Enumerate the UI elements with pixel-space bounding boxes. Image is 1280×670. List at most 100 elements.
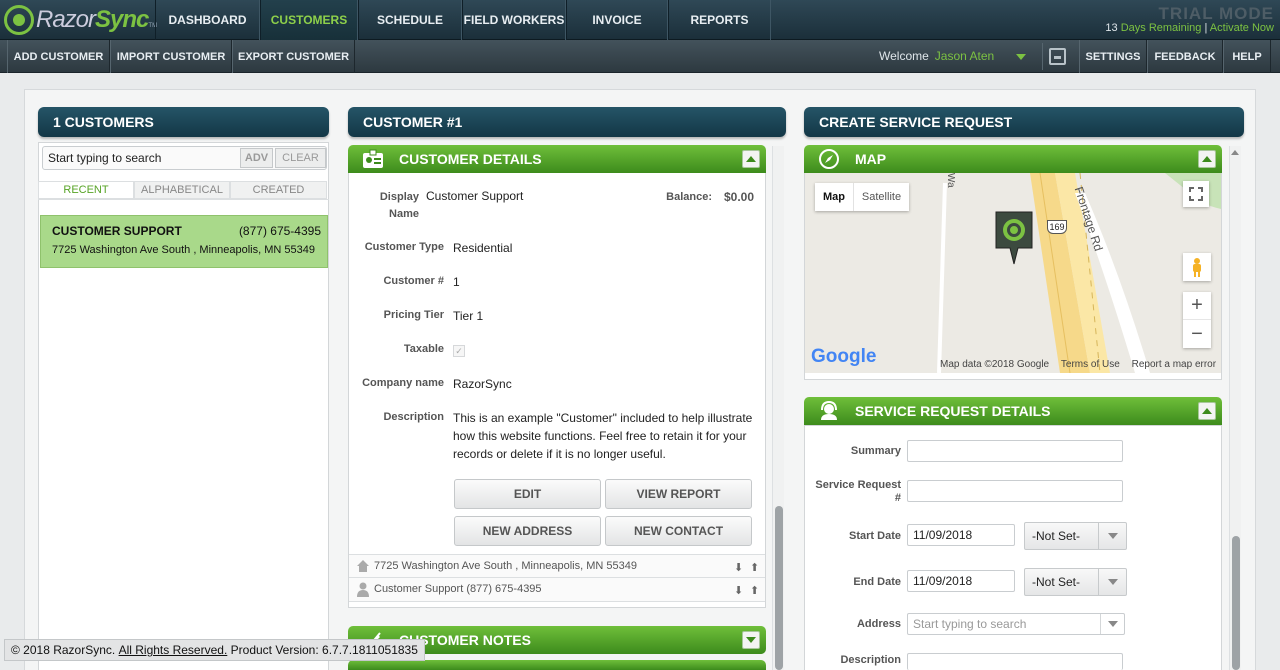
- address-label: Address: [856, 618, 901, 630]
- nav-customers[interactable]: CUSTOMERS: [260, 0, 358, 40]
- start-date-value: 11/09/2018: [913, 528, 973, 542]
- map-credit: Map data ©2018 Google Terms of Use Repor…: [940, 359, 1216, 370]
- sub-navigation-bar: ADD CUSTOMER IMPORT CUSTOMER EXPORT CUST…: [0, 40, 1280, 73]
- collapse-map-button[interactable]: [1198, 150, 1216, 168]
- zoom-out-button[interactable]: −: [1183, 320, 1211, 348]
- middle-scrollbar-thumb[interactable]: [775, 506, 783, 670]
- settings-button[interactable]: SETTINGS: [1079, 40, 1147, 73]
- separator: |: [1204, 22, 1208, 34]
- service-request-number-input[interactable]: [907, 480, 1123, 502]
- home-icon: [357, 560, 369, 572]
- map-type-map-button[interactable]: Map: [815, 183, 853, 211]
- street-view-button[interactable]: [1183, 253, 1211, 281]
- end-time-value: -Not Set-: [1032, 575, 1081, 589]
- summary-input[interactable]: [907, 440, 1123, 462]
- address-search-input[interactable]: Start typing to search: [907, 613, 1125, 635]
- end-time-select[interactable]: -Not Set-: [1024, 568, 1127, 596]
- copyright-text: © 2018 RazorSync.: [11, 643, 116, 657]
- user-name-menu[interactable]: Jason Aten: [935, 49, 994, 63]
- right-scrollbar[interactable]: [1229, 146, 1241, 670]
- description-value: This is an example "Customer" included t…: [453, 411, 753, 461]
- days-count: 13: [1105, 22, 1118, 34]
- move-up-icon[interactable]: ⬆: [750, 561, 759, 574]
- nav-schedule[interactable]: SCHEDULE: [358, 0, 462, 40]
- terms-of-use-link[interactable]: Terms of Use: [1061, 359, 1120, 370]
- description-textarea[interactable]: [907, 653, 1123, 670]
- middle-scrollbar[interactable]: [772, 146, 784, 670]
- customer-name: CUSTOMER SUPPORT: [52, 224, 182, 238]
- nav-dashboard[interactable]: DASHBOARD: [155, 0, 260, 40]
- fullscreen-button[interactable]: [1183, 181, 1209, 207]
- tab-created[interactable]: CREATED: [230, 181, 327, 199]
- collapse-service-request-button[interactable]: [1198, 402, 1216, 420]
- dropdown-arrow-icon: [1098, 569, 1126, 595]
- move-down-icon[interactable]: ⬇: [734, 584, 743, 597]
- person-icon: [357, 582, 369, 597]
- move-down-icon[interactable]: ⬇: [734, 561, 743, 574]
- pegman-icon: [1193, 258, 1201, 277]
- pricing-tier-value: Tier 1: [453, 309, 484, 323]
- customer-list-item[interactable]: CUSTOMER SUPPORT (877) 675-4395 7725 Was…: [40, 215, 328, 268]
- next-section-header: [348, 660, 766, 670]
- google-logo: Google: [811, 346, 877, 367]
- map-header: MAP: [804, 145, 1222, 173]
- export-customer-button[interactable]: EXPORT CUSTOMER: [232, 40, 355, 73]
- highway-shield-icon: 169: [1047, 220, 1067, 234]
- balance-value: $0.00: [724, 190, 755, 204]
- nav-reports[interactable]: REPORTS: [668, 0, 771, 40]
- advanced-search-button[interactable]: ADV: [240, 148, 273, 168]
- company-name-value: RazorSync: [453, 377, 512, 391]
- right-scrollbar-thumb[interactable]: [1232, 536, 1240, 670]
- customer-phone: (877) 675-4395: [238, 224, 321, 238]
- address-dropdown-arrow-icon[interactable]: [1100, 614, 1124, 634]
- report-map-error-link[interactable]: Report a map error: [1132, 359, 1216, 370]
- tab-recent[interactable]: RECENT: [38, 181, 134, 199]
- end-date-label: End Date: [853, 576, 901, 588]
- zoom-in-button[interactable]: +: [1183, 292, 1211, 320]
- display-name-value: Customer Support: [426, 189, 524, 203]
- new-address-button[interactable]: NEW ADDRESS: [454, 516, 601, 546]
- end-date-input[interactable]: 11/09/2018: [907, 570, 1015, 592]
- scroll-up-arrow-icon[interactable]: [1231, 150, 1239, 155]
- contact-row[interactable]: Customer Support (877) 675-4395 ⬇ ⬆: [349, 578, 765, 602]
- activate-now-link[interactable]: Activate Now: [1210, 22, 1274, 34]
- start-time-select[interactable]: -Not Set-: [1024, 522, 1127, 550]
- display-name-label: Display Name: [379, 191, 419, 220]
- map-data-credit: Map data ©2018 Google: [940, 359, 1050, 370]
- clear-search-button[interactable]: CLEAR: [275, 148, 326, 168]
- top-navigation-bar: RazorSync TM DASHBOARD CUSTOMERS SCHEDUL…: [0, 0, 1280, 40]
- map-type-satellite-button[interactable]: Satellite: [853, 183, 909, 211]
- nav-invoice[interactable]: INVOICE: [566, 0, 668, 40]
- customers-count-header: 1 CUSTOMERS: [38, 107, 329, 137]
- all-rights-reserved-link[interactable]: All Rights Reserved.: [119, 643, 228, 657]
- taxable-checkbox[interactable]: ✓: [453, 345, 465, 357]
- start-time-value: -Not Set-: [1032, 529, 1081, 543]
- view-report-button[interactable]: VIEW REPORT: [605, 479, 752, 509]
- fullscreen-icon: [1189, 187, 1203, 201]
- footer-bar: © 2018 RazorSync. All Rights Reserved. P…: [4, 639, 425, 661]
- location-pin-icon[interactable]: [994, 210, 1034, 266]
- print-button[interactable]: [1042, 43, 1070, 70]
- import-customer-button[interactable]: IMPORT CUSTOMER: [110, 40, 232, 73]
- nav-field-workers[interactable]: FIELD WORKERS: [462, 0, 566, 40]
- feedback-button[interactable]: FEEDBACK: [1147, 40, 1223, 73]
- contact-row-text: Customer Support (877) 675-4395: [374, 583, 542, 595]
- collapse-details-button[interactable]: [742, 150, 760, 168]
- move-up-icon[interactable]: ⬆: [750, 584, 759, 597]
- customer-number-header: CUSTOMER #1: [348, 107, 786, 137]
- logo-text: RazorSync: [36, 6, 149, 33]
- help-button[interactable]: HELP: [1223, 40, 1271, 73]
- expand-notes-button[interactable]: [742, 631, 760, 649]
- customer-details-title: CUSTOMER DETAILS: [399, 151, 542, 167]
- add-customer-button[interactable]: ADD CUSTOMER: [7, 40, 110, 73]
- address-row[interactable]: 7725 Washington Ave South , Minneapolis,…: [349, 554, 765, 578]
- customer-number-label: Customer #: [383, 275, 444, 287]
- edit-button[interactable]: EDIT: [454, 479, 601, 509]
- start-date-input[interactable]: 11/09/2018: [907, 524, 1015, 546]
- customer-number-value: 1: [453, 275, 460, 289]
- search-placeholder: Start typing to search: [48, 151, 162, 165]
- user-menu-caret-icon[interactable]: [1016, 54, 1026, 60]
- new-contact-button[interactable]: NEW CONTACT: [605, 516, 752, 546]
- tab-alphabetical[interactable]: ALPHABETICAL: [134, 181, 230, 199]
- razorsync-logo[interactable]: RazorSync TM: [4, 3, 157, 37]
